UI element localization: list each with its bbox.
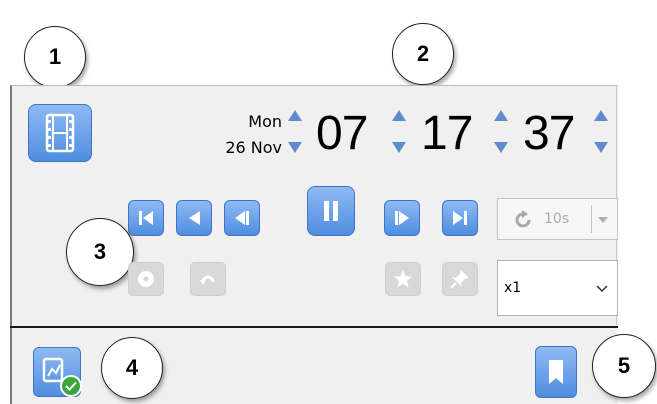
loop-button[interactable] (190, 262, 226, 296)
callout-3: 3 (66, 218, 134, 286)
minutes-up-arrow[interactable] (494, 110, 508, 121)
bookmark-button[interactable] (535, 346, 577, 398)
pause-button[interactable] (307, 186, 355, 236)
chevron-down-icon[interactable] (598, 217, 608, 223)
film-icon (45, 113, 75, 153)
go-to-end-button[interactable] (442, 200, 478, 236)
frame-forward-button[interactable] (384, 200, 420, 236)
skip-interval-control[interactable]: 10s (497, 198, 618, 240)
callout-2: 2 (392, 23, 454, 85)
seconds-value[interactable]: 37 (523, 110, 575, 158)
minutes-down-arrow[interactable] (494, 142, 508, 153)
refresh-icon (515, 210, 531, 228)
pin-icon (450, 270, 469, 289)
callout-4: 4 (101, 337, 163, 399)
media-toggle-button[interactable] (28, 104, 92, 162)
date-down-arrow[interactable] (288, 142, 302, 153)
bookmark-icon (549, 360, 563, 384)
hours-value[interactable]: 07 (316, 110, 368, 158)
checkmark-badge-icon (60, 375, 82, 397)
callout-5: 5 (592, 334, 656, 398)
seconds-up-arrow[interactable] (594, 110, 608, 121)
pin-button[interactable] (442, 262, 478, 296)
frame-back-button[interactable] (224, 200, 260, 236)
date-weekday: Mon (248, 112, 282, 131)
add-bookmark-button[interactable] (385, 262, 421, 296)
date-up-arrow[interactable] (288, 110, 302, 121)
skip-end-icon (453, 211, 467, 225)
chevron-down-icon (596, 285, 608, 293)
frame-forward-icon (395, 211, 409, 225)
play-backward-icon (189, 211, 200, 225)
disc-icon (138, 271, 154, 287)
frame-back-icon (235, 211, 249, 225)
minutes-value[interactable]: 17 (421, 110, 473, 158)
seconds-down-arrow[interactable] (594, 142, 608, 153)
hours-down-arrow[interactable] (392, 142, 406, 153)
date-day-month: 26 Nov (225, 138, 282, 157)
callout-1: 1 (24, 26, 86, 88)
speed-select[interactable]: x1 (497, 260, 618, 316)
skip-start-icon (139, 211, 153, 225)
speed-value: x1 (504, 280, 522, 296)
hours-up-arrow[interactable] (392, 110, 406, 121)
step-back-button[interactable] (176, 200, 212, 236)
star-icon (394, 270, 412, 288)
pause-icon (324, 201, 338, 221)
skip-interval-label: 10s (544, 211, 570, 227)
section-divider (10, 326, 618, 328)
disc-button[interactable] (128, 262, 164, 296)
go-to-start-button[interactable] (128, 200, 164, 236)
loop-icon (200, 275, 215, 285)
skip-divider (591, 205, 592, 233)
